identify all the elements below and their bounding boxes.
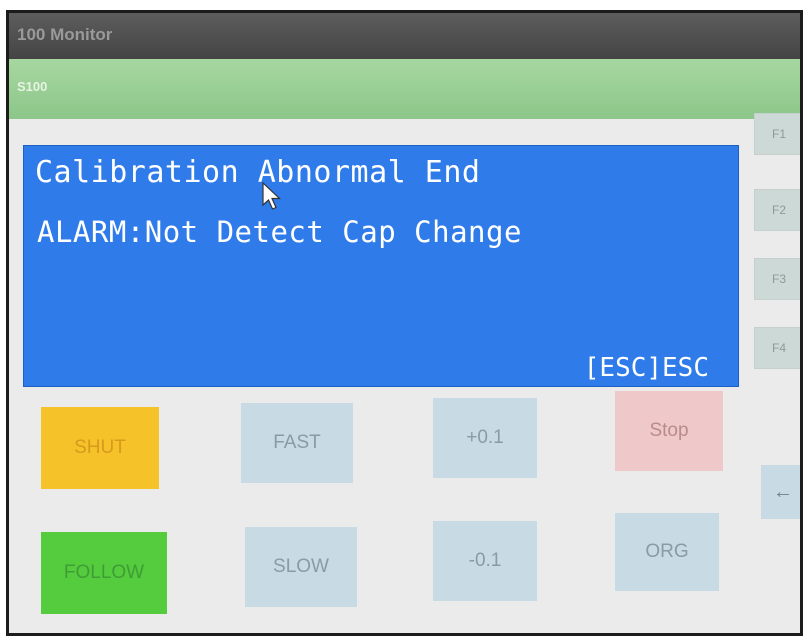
f2-key[interactable]: F2 [754, 189, 800, 231]
fast-button[interactable]: FAST [241, 403, 353, 483]
follow-button[interactable]: FOLLOW [41, 532, 167, 614]
alarm-detail: ALARM:Not Detect Cap Change [37, 215, 522, 249]
alarm-message-panel: Calibration Abnormal End ALARM:Not Detec… [23, 145, 739, 387]
esc-hint[interactable]: [ESC]ESC [584, 353, 709, 383]
minus-0-1-button[interactable]: -0.1 [433, 521, 537, 601]
f1-key[interactable]: F1 [754, 113, 800, 155]
shut-button[interactable]: SHUT [41, 407, 159, 489]
back-arrow-icon[interactable]: ← [761, 465, 800, 519]
stop-button[interactable]: Stop [615, 391, 723, 471]
org-button[interactable]: ORG [615, 513, 719, 591]
header-bar: S100 [9, 59, 800, 119]
title-bar: 100 Monitor [9, 13, 800, 59]
hmi-screen: 100 Monitor S100 Calibration Abnormal En… [6, 10, 803, 636]
f4-key[interactable]: F4 [754, 327, 800, 369]
plus-0-1-button[interactable]: +0.1 [433, 398, 537, 478]
slow-button[interactable]: SLOW [245, 527, 357, 607]
alarm-title: Calibration Abnormal End [35, 155, 481, 190]
mouse-pointer-icon [262, 181, 282, 210]
header-label: S100 [17, 79, 48, 94]
f3-key[interactable]: F3 [754, 258, 800, 300]
window-title: 100 Monitor [17, 25, 113, 44]
